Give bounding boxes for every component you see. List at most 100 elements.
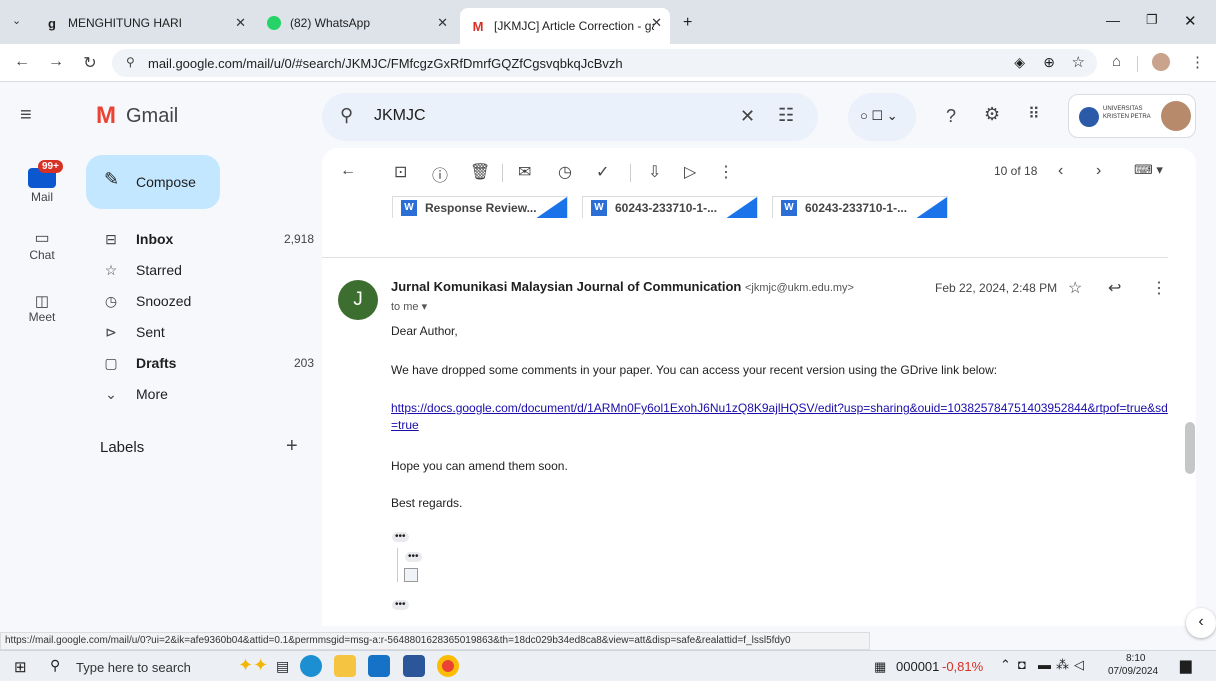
chevron-down-icon: ⌄ bbox=[105, 386, 117, 402]
tab-jkmjc[interactable]: M [JKMJC] Article Correction - gat ✕ bbox=[460, 8, 670, 44]
new-tab-icon[interactable]: + bbox=[683, 14, 692, 32]
rail-mail[interactable]: 99+ Mail bbox=[10, 160, 74, 204]
tray-chevron-icon[interactable]: ⌃ bbox=[1000, 657, 1011, 673]
star-message-icon[interactable]: ☆ bbox=[1068, 278, 1082, 298]
extensions-icon[interactable]: ⌂ bbox=[1112, 53, 1121, 70]
mark-unread-icon[interactable]: ✉ bbox=[518, 162, 531, 182]
window-close-icon[interactable]: ✕ bbox=[1184, 12, 1197, 30]
restore-icon[interactable]: ❐ bbox=[1146, 12, 1158, 28]
attachment-chip[interactable]: W Response Review... bbox=[392, 196, 568, 218]
scrollbar-thumb[interactable] bbox=[1185, 422, 1195, 474]
tab-search-icon[interactable]: ⌄ bbox=[12, 14, 21, 27]
search-options-icon[interactable]: ☷ bbox=[778, 105, 794, 126]
file-explorer-icon[interactable] bbox=[334, 655, 356, 677]
mail-app-icon[interactable] bbox=[368, 655, 390, 677]
task-view-icon[interactable]: ▤ bbox=[276, 658, 289, 675]
main-menu-icon[interactable]: ≡ bbox=[20, 104, 32, 127]
profile-avatar-icon[interactable] bbox=[1152, 53, 1170, 71]
attachment-chip[interactable]: W 60243-233710-1-... bbox=[772, 196, 948, 218]
status-dropdown[interactable]: ○ ☐ ⌄ bbox=[848, 93, 916, 141]
attachment-corner bbox=[915, 197, 947, 218]
clock-time[interactable]: 8:10 bbox=[1126, 653, 1145, 664]
show-trimmed-icon[interactable]: ••• bbox=[405, 552, 422, 562]
search-bar[interactable]: ⚲ JKMJC ✕ ☷ bbox=[322, 93, 818, 141]
search-icon[interactable]: ⚲ bbox=[340, 105, 353, 126]
older-icon[interactable]: › bbox=[1096, 162, 1101, 180]
search-input[interactable]: JKMJC bbox=[374, 107, 426, 125]
help-icon[interactable]: ? bbox=[946, 106, 956, 127]
taskbar-search-input[interactable]: Type here to search bbox=[76, 660, 191, 675]
show-trimmed-icon[interactable]: ••• bbox=[392, 532, 409, 542]
rail-chat[interactable]: ▭ Chat bbox=[10, 228, 74, 262]
snooze-icon[interactable]: ◷ bbox=[558, 162, 572, 182]
delete-icon[interactable]: 🗑 bbox=[470, 162, 490, 182]
attachment-name: 60243-233710-1-... bbox=[805, 200, 908, 215]
nav-sent[interactable]: ⊳ Sent bbox=[86, 317, 314, 349]
reply-icon[interactable]: ↩ bbox=[1108, 278, 1121, 298]
wifi-icon[interactable]: ⁂ bbox=[1056, 657, 1069, 673]
notification-icon[interactable]: ▆ bbox=[1180, 656, 1192, 674]
forward-icon[interactable]: → bbox=[46, 53, 66, 71]
settings-gear-icon[interactable]: ⚙ bbox=[984, 104, 1000, 125]
nav-inbox[interactable]: ⊟ Inbox 2,918 bbox=[86, 224, 314, 256]
minimize-icon[interactable]: — bbox=[1106, 12, 1120, 28]
report-spam-icon[interactable]: ⓘ bbox=[432, 162, 448, 186]
bookmark-star-icon[interactable]: ☆ bbox=[1072, 53, 1085, 71]
add-label-icon[interactable]: + bbox=[286, 435, 298, 458]
ticker-code: 000001 bbox=[896, 659, 940, 674]
windows-start-icon[interactable]: ⊞ bbox=[14, 658, 27, 676]
move-to-icon[interactable]: ⇩ bbox=[648, 162, 661, 182]
sender-line: Jurnal Komunikasi Malaysian Journal of C… bbox=[391, 279, 854, 294]
message-more-icon[interactable]: ⋮ bbox=[1151, 278, 1167, 298]
attachment-chip[interactable]: W 60243-233710-1-... bbox=[582, 196, 758, 218]
browser-menu-icon[interactable]: ⋮ bbox=[1190, 53, 1205, 71]
nav-snoozed[interactable]: ◷ Snoozed bbox=[86, 286, 314, 318]
label-icon[interactable]: ▷ bbox=[684, 162, 696, 182]
side-panel-toggle[interactable]: ‹ bbox=[1186, 608, 1216, 638]
sender-name: Jurnal Komunikasi Malaysian Journal of C… bbox=[391, 279, 742, 294]
body-paragraph: We have dropped some comments in your pa… bbox=[391, 363, 998, 377]
add-task-icon[interactable]: ✓ bbox=[596, 162, 609, 182]
word-icon[interactable] bbox=[403, 655, 425, 677]
onedrive-icon[interactable]: ◘ bbox=[1018, 657, 1026, 672]
chrome-icon[interactable] bbox=[437, 655, 459, 677]
tab-close-icon[interactable]: ✕ bbox=[235, 15, 246, 31]
input-tools-icon[interactable]: ⌨ ▾ bbox=[1134, 162, 1163, 178]
zoom-icon[interactable]: ⊕ bbox=[1043, 54, 1055, 71]
eye-icon[interactable]: ◈ bbox=[1014, 54, 1025, 71]
attachment-name: Response Review... bbox=[425, 200, 537, 215]
battery-icon[interactable]: ▬ bbox=[1038, 657, 1051, 672]
tab-whatsapp[interactable]: (82) WhatsApp ✕ bbox=[256, 8, 456, 38]
account-chip[interactable]: UNIVERSITAS KRISTEN PETRA bbox=[1068, 94, 1196, 138]
edge-icon[interactable] bbox=[300, 655, 322, 677]
site-info-icon[interactable]: ⚲ bbox=[126, 55, 135, 69]
url-field[interactable]: ⚲ mail.google.com/mail/u/0/#search/JKMJC… bbox=[112, 49, 1097, 77]
apps-grid-icon[interactable]: ⠿ bbox=[1028, 104, 1040, 124]
show-trimmed-icon[interactable]: ••• bbox=[392, 600, 409, 610]
tab-menghitung-hari[interactable]: g MENGHITUNG HARI ✕ bbox=[34, 8, 254, 38]
nav-more[interactable]: ⌄ More bbox=[86, 379, 314, 411]
tab-close-icon[interactable]: ✕ bbox=[437, 15, 448, 31]
volume-icon[interactable]: ◁ bbox=[1074, 657, 1084, 673]
rail-meet[interactable]: ◫ Meet bbox=[10, 292, 74, 324]
back-icon[interactable]: ← bbox=[12, 53, 32, 71]
back-to-search-icon[interactable]: ← bbox=[340, 162, 356, 180]
taskbar-search[interactable]: ⚲ Type here to search bbox=[46, 654, 236, 680]
tab-close-icon[interactable]: ✕ bbox=[651, 15, 662, 31]
gdrive-link[interactable]: https://docs.google.com/document/d/1ARMn… bbox=[391, 400, 1171, 434]
gmail-logo-icon[interactable]: M bbox=[96, 102, 116, 130]
compose-button[interactable]: ✎ Compose bbox=[86, 155, 220, 209]
reload-icon[interactable]: ↻ bbox=[80, 53, 100, 73]
clock-date[interactable]: 07/09/2024 bbox=[1108, 666, 1158, 677]
labels-heading: Labels bbox=[100, 439, 145, 456]
nav-drafts[interactable]: ▢ Drafts 203 bbox=[86, 348, 314, 380]
closing-text: Best regards. bbox=[391, 496, 463, 510]
nav-count: 203 bbox=[293, 356, 314, 370]
nav-starred[interactable]: ☆ Starred bbox=[86, 255, 314, 287]
newer-icon[interactable]: ‹ bbox=[1058, 162, 1063, 180]
more-actions-icon[interactable]: ⋮ bbox=[718, 162, 734, 182]
archive-icon[interactable]: ⊡ bbox=[394, 162, 407, 182]
clear-search-icon[interactable]: ✕ bbox=[740, 106, 755, 127]
body-paragraph: Hope you can amend them soon. bbox=[391, 459, 568, 473]
recipients-toggle[interactable]: to me ▾ bbox=[391, 300, 427, 313]
